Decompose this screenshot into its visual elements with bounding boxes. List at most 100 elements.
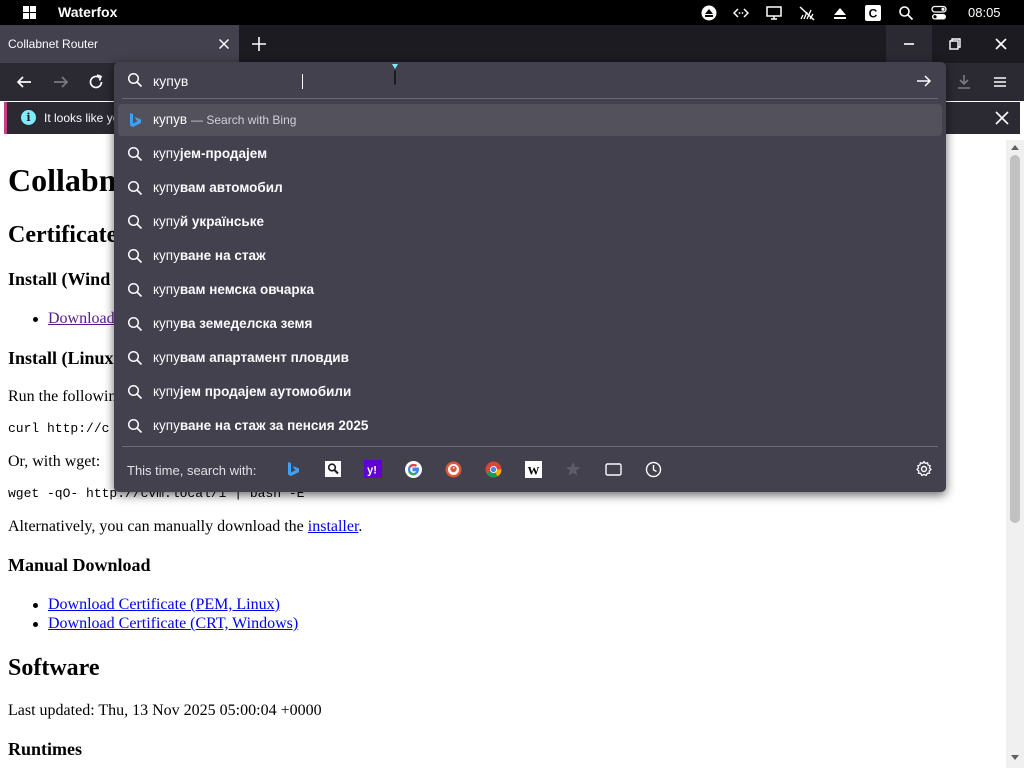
suggestion-item[interactable]: купуване на стаж [118,240,942,272]
bing-icon[interactable] [283,459,303,479]
scroll-down-arrow-icon[interactable] [1011,755,1019,760]
restore-button[interactable] [932,25,978,63]
download-crt-link[interactable]: Download Certificate (CRT, Windows) [48,615,298,632]
suggestion-text: купујем-продајем [153,146,267,161]
back-button[interactable] [13,71,35,93]
search-icon [127,248,143,264]
suggestion-completion: јем продајем аутомобили [179,384,352,399]
duckduckgo-icon[interactable] [443,459,463,479]
suggestion-typed-part: купу [153,214,180,229]
suggestion-text: купуване на стаж за пенсия 2025 [153,418,368,433]
list-item: Download Certificate (PEM, Linux) [33,596,280,614]
search-icon [127,316,143,332]
divider [122,98,938,99]
menu-button[interactable] [989,71,1011,93]
suggestion-typed-part: купу [153,248,180,263]
suggestion-hint: — Search with Bing [191,113,297,127]
wikipedia-icon[interactable]: W [523,459,543,479]
svg-text:C: C [868,6,877,20]
history-icon[interactable] [643,459,663,479]
forward-arrow-icon [54,76,69,88]
close-window-icon [995,38,1007,50]
suggestion-typed-part: купу [153,180,180,195]
monitor-icon[interactable] [764,3,783,22]
url-input[interactable] [153,71,853,91]
toggle-icon[interactable] [929,3,948,22]
scroll-up-arrow-icon[interactable] [1011,145,1019,150]
suggestion-item[interactable]: купувам апартамент пловдив [118,342,942,374]
download-icon [958,75,970,89]
hamburger-menu-icon [994,77,1006,87]
manual-download-heading: Manual Download [8,555,151,575]
tab-title: Collabnet Router [8,37,99,51]
system-clock: 08:05 [968,5,1001,20]
suggestion-item[interactable]: купувам немска овчарка [118,274,942,306]
suggestion-text: купувам апартамент пловдив [153,350,349,365]
os-taskbar: Waterfox C 08:05 [0,0,1024,25]
minimize-button[interactable] [886,25,932,63]
suggestion-text: купуй українське [153,214,264,229]
installer-link[interactable]: installer [308,518,359,535]
search-icon[interactable] [896,3,915,22]
suggestion-typed-part: купу [153,418,180,433]
notification-text: It looks like yo [44,111,120,125]
search-icon [127,72,143,88]
text-caret [302,74,303,89]
or-wget-text: Or, with wget: [8,453,101,470]
reload-button[interactable] [85,71,107,93]
network-off-icon[interactable] [797,3,816,22]
search-icon [127,282,143,298]
yahoo-icon[interactable]: y! [363,459,383,479]
suggestion-item[interactable]: купувам автомобил [118,172,942,204]
suggestion-item[interactable]: купуй українське [118,206,942,238]
google-icon[interactable] [403,459,423,479]
download-link[interactable]: Download [48,310,115,327]
download-pem-link[interactable]: Download Certificate (PEM, Linux) [48,596,280,613]
runtimes-heading: Runtimes [8,739,83,759]
bookmarks-star-icon[interactable] [563,459,583,479]
suggestion-item[interactable]: купув — Search with Bing [118,104,942,136]
suggestion-item[interactable]: купуване на стаж за пенсия 2025 [118,410,942,442]
suggestion-item[interactable]: купува земеделска земя [118,308,942,340]
search-with-label: This time, search with: [127,463,257,478]
close-tab-icon[interactable] [216,36,232,52]
tab-collabnet-router[interactable]: Collabnet Router [0,25,239,63]
suggestion-completion: ване на стаж [179,248,266,263]
close-window-button[interactable] [978,25,1024,63]
divider [122,446,938,447]
reload-icon [89,74,103,89]
upload-icon[interactable] [830,3,849,22]
suggestion-text: купуване на стаж [153,248,266,263]
downloads-button[interactable] [953,71,975,93]
suggestion-typed-part: купу [153,384,180,399]
suggestion-item[interactable]: купујем продајем аутомобили [118,376,942,408]
page-scrollbar[interactable] [1006,140,1024,768]
gear-icon[interactable] [915,460,933,478]
suggestion-typed-part: купу [153,350,180,365]
tabs-icon[interactable] [603,459,623,479]
close-notification-icon[interactable] [994,110,1010,126]
c-app-icon[interactable]: C [863,3,882,22]
windows-logo-icon[interactable] [23,6,36,19]
alternative-paragraph: Alternatively, you can manually download… [8,518,362,536]
suggestion-completion: ва земеделска земя [179,316,313,331]
chrome-store-icon[interactable] [483,459,503,479]
install-windows-heading: Install (Wind [8,269,111,289]
search-icon [127,146,143,162]
scrollbar-thumb[interactable] [1010,155,1020,523]
certificate-heading: Certificate [8,222,118,248]
code-arrows-icon[interactable] [731,3,750,22]
search-icon [127,350,143,366]
last-updated-text: Last updated: Thu, 13 Nov 2025 05:00:04 … [8,702,322,719]
software-heading: Software [8,655,100,681]
search-page-icon[interactable] [323,459,343,479]
eject-icon[interactable] [699,3,718,22]
suggestion-typed-part: купув [153,112,188,127]
new-tab-icon[interactable] [250,35,268,53]
svg-text:y!: y! [367,465,377,477]
info-icon: i [21,110,36,125]
forward-button[interactable] [50,71,72,93]
search-icon [127,214,143,230]
suggestion-item[interactable]: купујем-продајем [118,138,942,170]
go-arrow-icon[interactable] [915,72,933,90]
